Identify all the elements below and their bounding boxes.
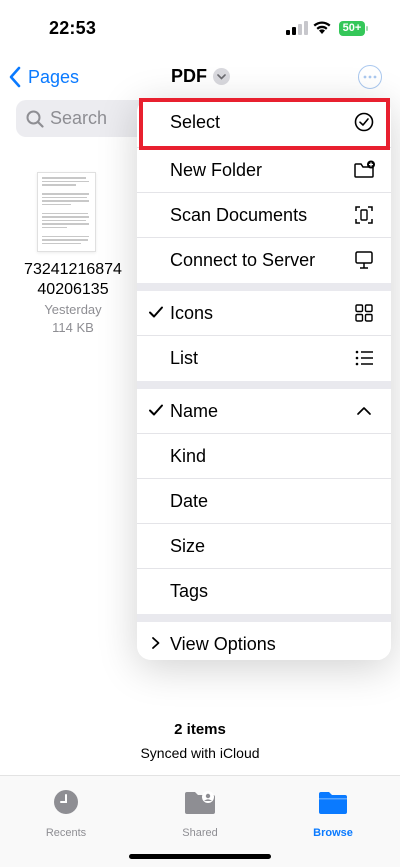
tab-shared-label: Shared <box>182 827 218 839</box>
checkmark-icon <box>149 404 163 416</box>
menu-item-sort-size[interactable]: Size <box>137 524 391 569</box>
clock-icon <box>54 790 78 814</box>
menu-item-select[interactable]: Select <box>137 98 391 148</box>
menu-item-sort-tags[interactable]: Tags <box>137 569 391 614</box>
shared-folder-icon <box>185 791 215 814</box>
back-button[interactable]: Pages <box>8 64 79 90</box>
menu-item-label: Connect to Server <box>170 250 316 270</box>
cellular-signal-icon <box>286 21 308 35</box>
menu-item-list[interactable]: List <box>137 336 391 381</box>
menu-item-label: Size <box>170 535 206 556</box>
folder-icon <box>319 792 347 814</box>
menu-item-label: View Options <box>170 634 276 654</box>
folder-title-button[interactable]: PDF <box>171 66 230 87</box>
menu-item-sort-name[interactable]: Name <box>137 389 391 434</box>
menu-item-new-folder[interactable]: New Folder <box>137 148 391 193</box>
checkmark-icon <box>149 306 163 318</box>
sync-status: Synced with iCloud <box>140 745 260 761</box>
menu-item-label: Date <box>170 490 209 511</box>
menu-item-label: Scan Documents <box>170 204 308 225</box>
menu-item-label: New Folder <box>170 159 263 180</box>
items-count: 2 items <box>174 721 226 738</box>
menu-separator <box>137 283 391 291</box>
tab-browse[interactable]: Browse <box>283 788 383 839</box>
more-options-button[interactable] <box>358 65 382 89</box>
menu-item-sort-date[interactable]: Date <box>137 479 391 524</box>
search-input[interactable]: Search <box>16 100 156 137</box>
menu-item-label: Name <box>170 400 219 421</box>
menu-separator <box>137 614 391 622</box>
tab-recents[interactable]: Recents <box>16 788 116 839</box>
server-display-icon <box>355 251 373 269</box>
page-title: PDF <box>171 66 207 86</box>
list-icon <box>355 350 373 366</box>
chevron-up-icon <box>357 407 371 415</box>
home-indicator[interactable] <box>129 854 271 859</box>
chevron-left-icon <box>9 66 21 88</box>
menu-item-view-options[interactable]: View Options <box>137 622 391 660</box>
pdf-thumbnail[interactable] <box>37 172 96 252</box>
menu-item-label: Select <box>170 112 221 132</box>
folder-plus-icon <box>354 160 375 178</box>
battery-level: 50+ <box>342 22 362 34</box>
tab-recents-label: Recents <box>45 827 87 839</box>
tab-browse-label: Browse <box>313 827 353 839</box>
file-date: Yesterday <box>44 302 102 317</box>
menu-item-icons[interactable]: Icons <box>137 291 391 336</box>
menu-separator <box>137 381 391 389</box>
search-icon <box>26 110 44 128</box>
menu-item-label: List <box>170 348 199 368</box>
chevron-right-icon <box>152 637 160 649</box>
status-bar: 22:53 50+ <box>0 0 400 58</box>
tab-shared[interactable]: Shared <box>150 788 250 839</box>
search-placeholder: Search <box>50 108 108 128</box>
ellipsis-icon <box>363 75 377 79</box>
chevron-down-icon <box>213 68 230 85</box>
grid-icon <box>355 304 373 322</box>
status-time: 22:53 <box>49 18 97 38</box>
battery-icon: 50+ <box>339 21 369 36</box>
wifi-icon <box>313 21 331 34</box>
menu-item-scan-documents[interactable]: Scan Documents <box>137 193 391 238</box>
checkmark-circle-icon <box>354 112 374 132</box>
menu-item-sort-kind[interactable]: Kind <box>137 434 391 479</box>
menu-item-connect-server[interactable]: Connect to Server <box>137 238 391 283</box>
folder-options-menu: Select New Folder Scan Documents Connect… <box>137 98 391 660</box>
menu-item-label: Icons <box>170 302 214 323</box>
menu-item-label: Tags <box>170 581 209 601</box>
menu-item-label: Kind <box>170 445 207 466</box>
file-size: 114 KB <box>52 320 94 335</box>
document-scan-icon <box>355 206 373 224</box>
file-name[interactable]: 73241216874 40206135 <box>20 260 126 300</box>
back-label: Pages <box>28 66 80 87</box>
